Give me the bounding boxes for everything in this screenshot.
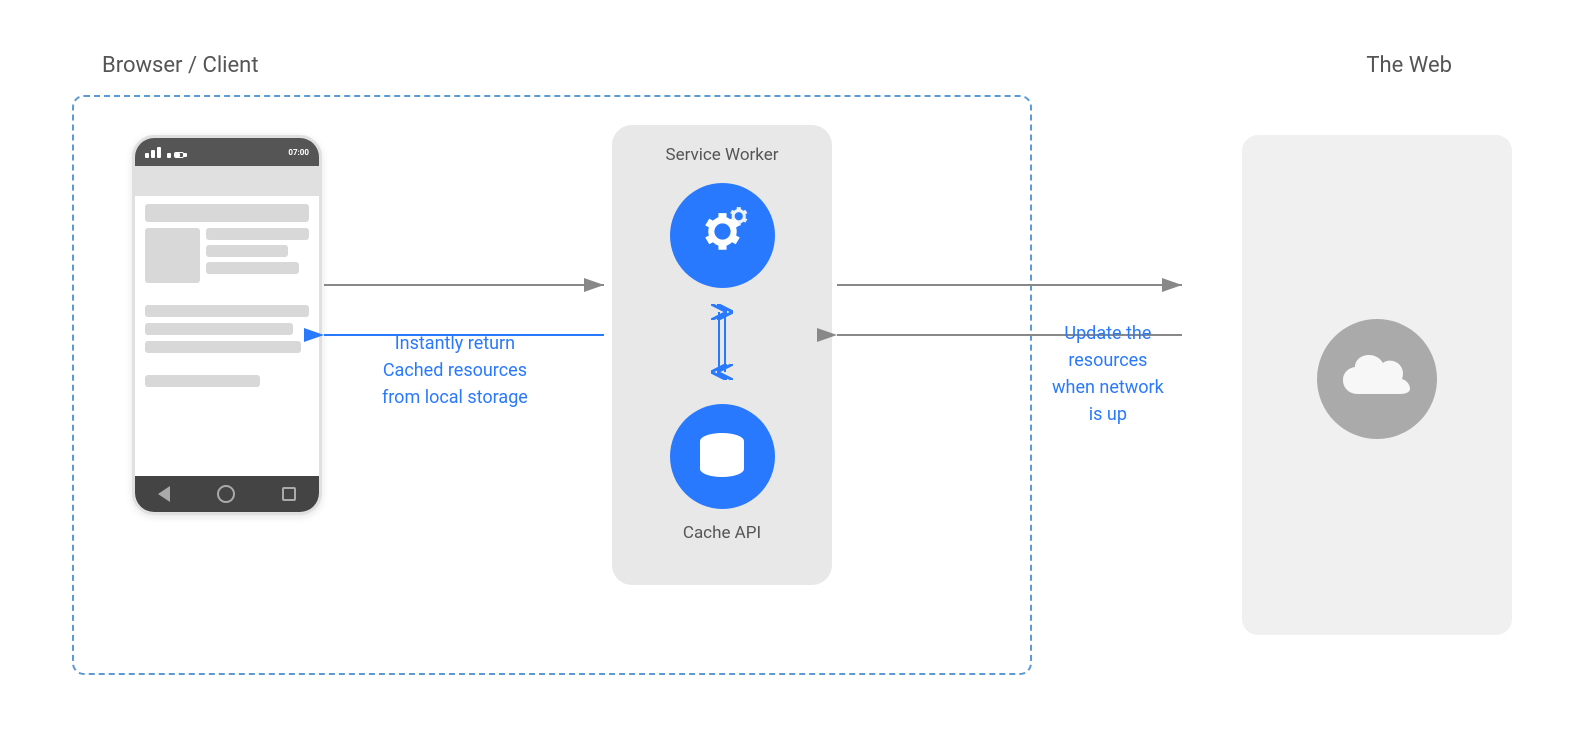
- instantly-return-line2: Cached resources: [382, 357, 528, 384]
- phone-clock: 07:00: [288, 148, 309, 157]
- double-arrow-icon: [710, 304, 734, 384]
- spacer: [145, 289, 309, 299]
- signal-bars: [145, 147, 184, 158]
- double-arrow: [710, 304, 734, 388]
- service-worker-panel: Service Worker: [612, 125, 832, 585]
- gear-icon: [690, 203, 755, 268]
- content-line-2: [206, 245, 288, 257]
- cache-api-title: Cache API: [683, 523, 761, 543]
- content-row-1: [145, 228, 309, 283]
- web-box: [1242, 135, 1512, 635]
- content-line-3: [206, 262, 299, 274]
- arrow-sw-to-web: [837, 277, 1187, 297]
- content-block-3: [145, 305, 309, 317]
- database-icon: [692, 429, 752, 484]
- update-the-label: Update the resources when network is up: [1052, 320, 1164, 428]
- back-button: [158, 486, 170, 502]
- cloud-icon: [1340, 354, 1415, 404]
- diagram-container: Browser / Client The Web 07:00: [42, 35, 1542, 695]
- update-the-line4: is up: [1052, 401, 1164, 428]
- battery-icon: [174, 152, 184, 158]
- phone-address-bar: [135, 166, 319, 196]
- home-button: [217, 485, 235, 503]
- instantly-return-line1: Instantly return: [382, 330, 528, 357]
- content-block-2: [145, 228, 200, 283]
- content-block-6: [145, 375, 260, 387]
- recents-button: [282, 487, 296, 501]
- content-block-4: [145, 323, 293, 335]
- update-the-line3: when network: [1052, 374, 1164, 401]
- browser-client-label: Browser / Client: [102, 53, 259, 78]
- update-the-line1: Update the: [1052, 320, 1164, 347]
- phone-content: [135, 196, 319, 395]
- instantly-return-line3: from local storage: [382, 384, 528, 411]
- content-block-5: [145, 341, 301, 353]
- the-web-label: The Web: [1366, 53, 1452, 78]
- phone-status-bar: 07:00: [135, 138, 319, 166]
- phone-bottom-bar: [135, 476, 319, 512]
- cloud-circle: [1317, 319, 1437, 439]
- spacer2: [145, 359, 309, 369]
- cache-circle: [670, 404, 775, 509]
- instantly-return-label: Instantly return Cached resources from l…: [382, 330, 528, 411]
- content-line-1: [206, 228, 309, 240]
- content-lines: [206, 228, 309, 283]
- service-worker-title: Service Worker: [665, 145, 778, 165]
- gear-circle: [670, 183, 775, 288]
- phone-mockup: 07:00: [132, 135, 322, 515]
- content-block-1: [145, 204, 309, 222]
- update-the-line2: resources: [1052, 347, 1164, 374]
- arrow-phone-to-sw: [324, 277, 609, 297]
